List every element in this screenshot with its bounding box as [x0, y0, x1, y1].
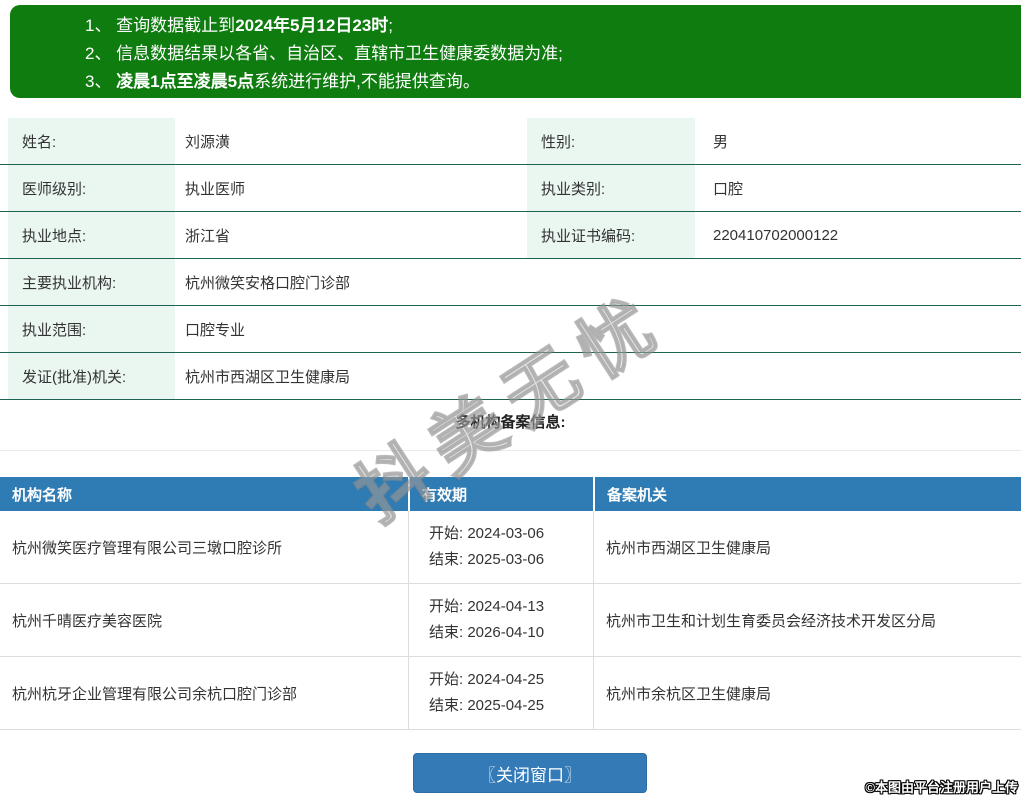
org-authority: 杭州市余杭区卫生健康局 — [593, 657, 1021, 729]
footer-upload-credit: ©本图由平台注册用户上传 — [865, 780, 1018, 795]
issuing-authority-label: 发证(批准)机关: — [0, 353, 175, 399]
org-row: 杭州微笑医疗管理有限公司三墩口腔诊所 开始: 2024-03-06 结束: 20… — [0, 511, 1021, 584]
practice-scope-value: 口腔专业 — [185, 321, 246, 339]
close-window-button[interactable]: 〖关闭窗口〗 — [413, 753, 647, 793]
org-header-validity: 有效期 — [408, 477, 593, 511]
org-authority: 杭州市西湖区卫生健康局 — [593, 511, 1021, 583]
name-value: 刘源潢 — [185, 133, 231, 151]
org-table-header: 机构名称 有效期 备案机关 — [0, 477, 1021, 511]
multi-org-table: 机构名称 有效期 备案机关 杭州微笑医疗管理有限公司三墩口腔诊所 开始: 202… — [0, 477, 1021, 730]
issuing-authority-value: 杭州市西湖区卫生健康局 — [185, 368, 351, 386]
license-number-value: 220410702000122 — [713, 226, 839, 244]
doctor-level-value: 执业医师 — [185, 180, 246, 198]
section-divider — [0, 450, 1021, 451]
name-label: 姓名: — [0, 118, 175, 164]
info-row-main-institution: 主要执业机构: 杭州微笑安格口腔门诊部 — [0, 259, 1021, 306]
gender-label: 性别: — [527, 118, 695, 164]
practice-category-label: 执业类别: — [527, 165, 695, 211]
validity-start: 开始: 2024-03-06 — [429, 525, 545, 542]
info-row-location-license: 执业地点: 浙江省 执业证书编码: 220410702000122 — [0, 212, 1021, 259]
notice-line-1: 1、 查询数据截止到2024年5月12日23时; — [85, 16, 394, 35]
practice-category-value: 口腔 — [713, 180, 744, 198]
main-institution-value: 杭州微笑安格口腔门诊部 — [185, 274, 351, 292]
notice-line-2: 2、 信息数据结果以各省、自治区、直辖市卫生健康委数据为准; — [85, 44, 563, 63]
org-row: 杭州千晴医疗美容医院 开始: 2024-04-13 结束: 2026-04-10… — [0, 584, 1021, 657]
main-institution-label: 主要执业机构: — [0, 259, 175, 305]
org-name: 杭州微笑医疗管理有限公司三墩口腔诊所 — [12, 539, 283, 557]
practice-scope-label: 执业范围: — [0, 306, 175, 352]
org-header-name: 机构名称 — [12, 486, 73, 504]
info-row-practice-scope: 执业范围: 口腔专业 — [0, 306, 1021, 353]
org-row: 杭州杭牙企业管理有限公司余杭口腔门诊部 开始: 2024-04-25 结束: 2… — [0, 657, 1021, 730]
doctor-level-label: 医师级别: — [0, 165, 175, 211]
gender-value: 男 — [713, 133, 729, 151]
validity-start: 开始: 2024-04-25 — [429, 671, 545, 688]
org-authority: 杭州市卫生和计划生育委员会经济技术开发区分局 — [593, 584, 1021, 656]
info-row-issuing-authority: 发证(批准)机关: 杭州市西湖区卫生健康局 — [0, 353, 1021, 400]
org-name: 杭州杭牙企业管理有限公司余杭口腔门诊部 — [12, 685, 298, 703]
license-number-label: 执业证书编码: — [527, 212, 695, 258]
info-row-name-gender: 姓名: 刘源潢 性别: 男 — [0, 118, 1021, 165]
notice-banner: 1、 查询数据截止到2024年5月12日23时; 2、 信息数据结果以各省、自治… — [10, 5, 1021, 98]
validity-end: 结束: 2025-04-25 — [429, 697, 545, 714]
org-header-authority: 备案机关 — [593, 477, 1021, 511]
practice-location-value: 浙江省 — [185, 227, 231, 245]
validity-start: 开始: 2024-04-13 — [429, 598, 545, 615]
org-validity: 开始: 2024-04-25 结束: 2025-04-25 — [408, 657, 593, 729]
validity-end: 结束: 2025-03-06 — [429, 551, 545, 568]
validity-end: 结束: 2026-04-10 — [429, 624, 545, 641]
org-name: 杭州千晴医疗美容医院 — [12, 612, 163, 630]
notice-line-3: 3、 凌晨1点至凌晨5点系统进行维护,不能提供查询。 — [85, 72, 480, 91]
org-validity: 开始: 2024-03-06 结束: 2025-03-06 — [408, 511, 593, 583]
info-row-level-category: 医师级别: 执业医师 执业类别: 口腔 — [0, 165, 1021, 212]
multi-org-section-title: 多机构备案信息: — [455, 414, 566, 431]
org-validity: 开始: 2024-04-13 结束: 2026-04-10 — [408, 584, 593, 656]
practice-location-label: 执业地点: — [0, 212, 175, 258]
practitioner-info-table: 姓名: 刘源潢 性别: 男 医师级别: 执业医师 执业类别: 口腔 执业地点: … — [0, 118, 1021, 400]
